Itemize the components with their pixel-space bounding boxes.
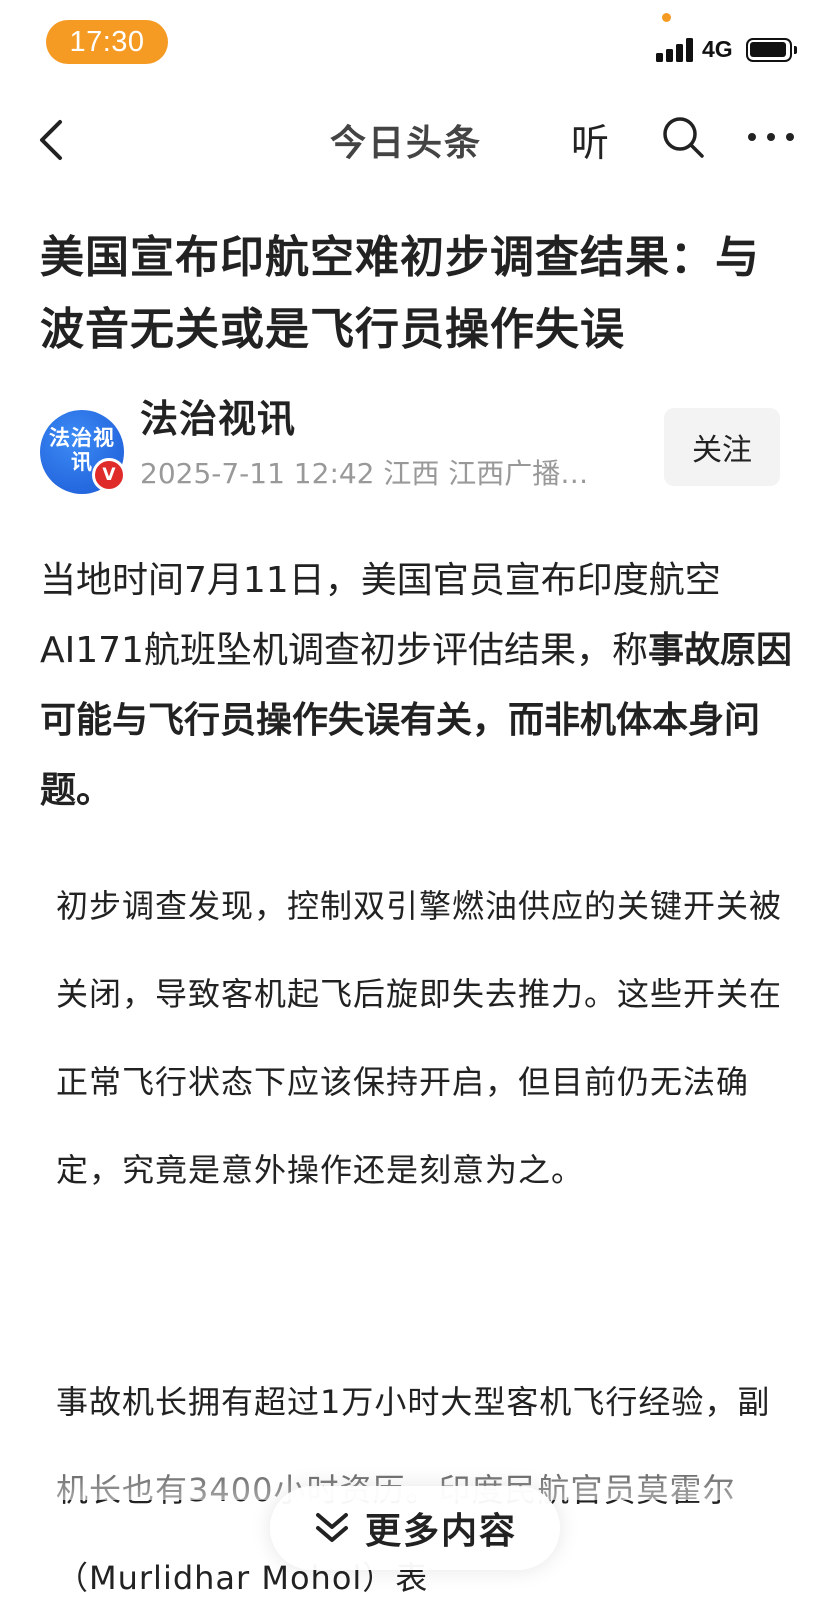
- article-title: 美国宣布印航空难初步调查结果：与波音无关或是飞行员操作失误: [40, 232, 760, 355]
- body-paragraph: 初步调查发现，控制双引擎燃油供应的关键开关被关闭，导致客机起飞后旋即失去推力。这…: [56, 887, 783, 1189]
- battery-icon: [746, 38, 797, 62]
- verified-badge-icon: V: [92, 458, 126, 492]
- status-time: 17:30: [46, 20, 168, 64]
- app-title: 今日头条: [330, 123, 483, 164]
- signal-icon: [656, 38, 696, 62]
- more-options-icon[interactable]: [748, 114, 794, 160]
- author-meta: 2025-7-11 12:42 江西 江西广播…: [140, 457, 589, 490]
- more-content-button[interactable]: 更多内容: [270, 1486, 560, 1570]
- follow-button[interactable]: 关注: [664, 408, 780, 486]
- back-icon[interactable]: [30, 114, 76, 166]
- double-chevron-down-icon: [315, 1513, 348, 1542]
- status-bar: 17:30 4G: [0, 0, 828, 90]
- search-icon[interactable]: [660, 114, 706, 160]
- author-name[interactable]: 法治视讯: [140, 388, 296, 443]
- network-type: 4G: [702, 36, 733, 62]
- lead-text: 当地时间7月11日，美国官员宣布印度航空AI171航班坠机调查初步评估结果，称: [40, 560, 721, 671]
- listen-button[interactable]: 听: [571, 112, 609, 167]
- nav-bar: 今日头条 听: [0, 96, 828, 186]
- lead-paragraph: 当地时间7月11日，美国官员宣布印度航空AI171航班坠机调查初步评估结果，称事…: [40, 546, 798, 826]
- more-content-label: 更多内容: [364, 1511, 517, 1552]
- privacy-indicator-dot: [662, 13, 671, 22]
